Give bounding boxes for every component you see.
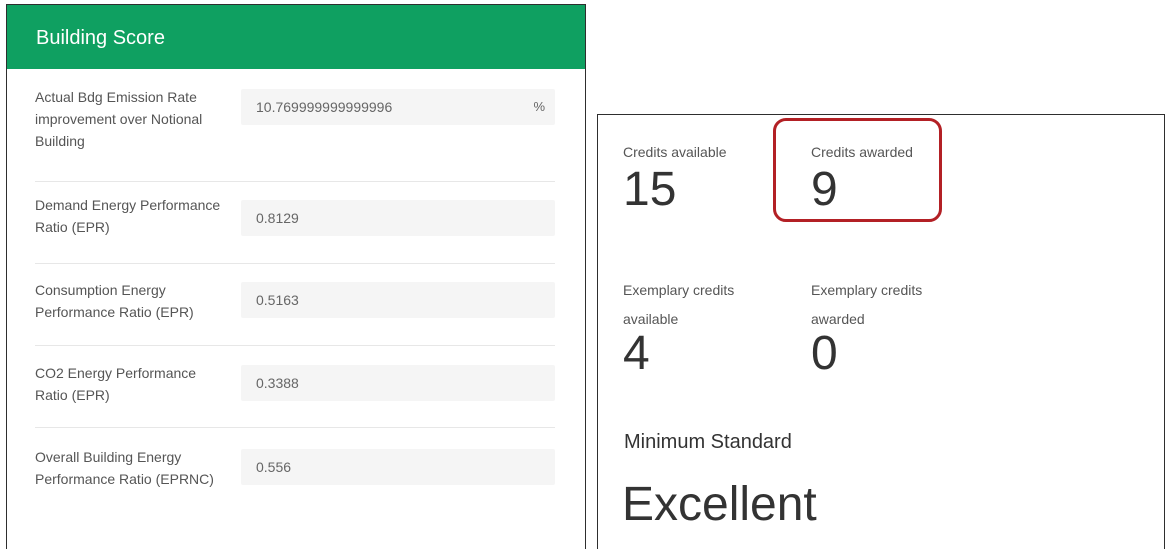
field-label: CO2 Energy Performance Ratio (EPR) xyxy=(35,365,197,403)
minimum-standard-value: Excellent xyxy=(622,478,817,531)
building-score-panel: Building Score Actual Bdg Emission Rate … xyxy=(6,4,586,549)
credits-available-stat: Credits available 15 xyxy=(623,140,727,214)
field-value-text: 10.769999999999996 xyxy=(256,99,393,115)
exemplary-credits-awarded-stat: Exemplary credits awarded 0 xyxy=(811,276,961,378)
panel-header: Building Score xyxy=(7,5,585,69)
field-value-text: 0.3388 xyxy=(256,375,299,391)
divider xyxy=(35,263,555,264)
field-row-emission-rate-improvement: Actual Bdg Emission Rate improvement ove… xyxy=(35,86,555,186)
field-label: Actual Bdg Emission Rate improvement ove… xyxy=(35,89,203,149)
field-value-text: 0.8129 xyxy=(256,210,299,226)
minimum-standard-label: Minimum Standard xyxy=(624,431,792,453)
credits-available-value: 15 xyxy=(623,163,677,216)
field-row-co2-epr: CO2 Energy Performance Ratio (EPR) 0.338… xyxy=(35,362,555,432)
exemplary-credits-awarded-label: Exemplary credits awarded xyxy=(811,282,923,327)
co2-epr-field[interactable]: 0.3388 xyxy=(241,365,555,401)
field-label: Consumption Energy Performance Ratio (EP… xyxy=(35,282,194,320)
divider xyxy=(35,181,555,182)
field-row-overall-eprnc: Overall Building Energy Performance Rati… xyxy=(35,446,555,536)
overall-eprnc-field[interactable]: 0.556 xyxy=(241,449,555,485)
field-value-text: 0.556 xyxy=(256,459,292,475)
field-row-demand-epr: Demand Energy Performance Ratio (EPR) 0.… xyxy=(35,194,555,264)
divider xyxy=(35,427,555,428)
exemplary-credits-available-stat: Exemplary credits available 4 xyxy=(623,276,773,378)
field-unit: % xyxy=(533,99,545,114)
credits-available-label: Credits available xyxy=(623,144,727,160)
field-label: Demand Energy Performance Ratio (EPR) xyxy=(35,197,221,235)
exemplary-credits-available-value: 4 xyxy=(623,327,650,380)
emission-rate-improvement-field[interactable]: 10.769999999999996 % xyxy=(241,89,555,125)
field-label: Overall Building Energy Performance Rati… xyxy=(35,449,214,487)
panel-body: Actual Bdg Emission Rate improvement ove… xyxy=(7,69,585,549)
field-row-consumption-epr: Consumption Energy Performance Ratio (EP… xyxy=(35,279,555,349)
divider xyxy=(35,345,555,346)
consumption-epr-field[interactable]: 0.5163 xyxy=(241,282,555,318)
field-value-text: 0.5163 xyxy=(256,292,299,308)
exemplary-credits-awarded-value: 0 xyxy=(811,327,838,380)
exemplary-credits-available-label: Exemplary credits available xyxy=(623,282,735,327)
panel-title: Building Score xyxy=(36,27,165,49)
demand-epr-field[interactable]: 0.8129 xyxy=(241,200,555,236)
credits-panel: Credits available 15 Credits awarded 9 E… xyxy=(597,114,1165,549)
credits-awarded-highlight xyxy=(773,118,942,222)
